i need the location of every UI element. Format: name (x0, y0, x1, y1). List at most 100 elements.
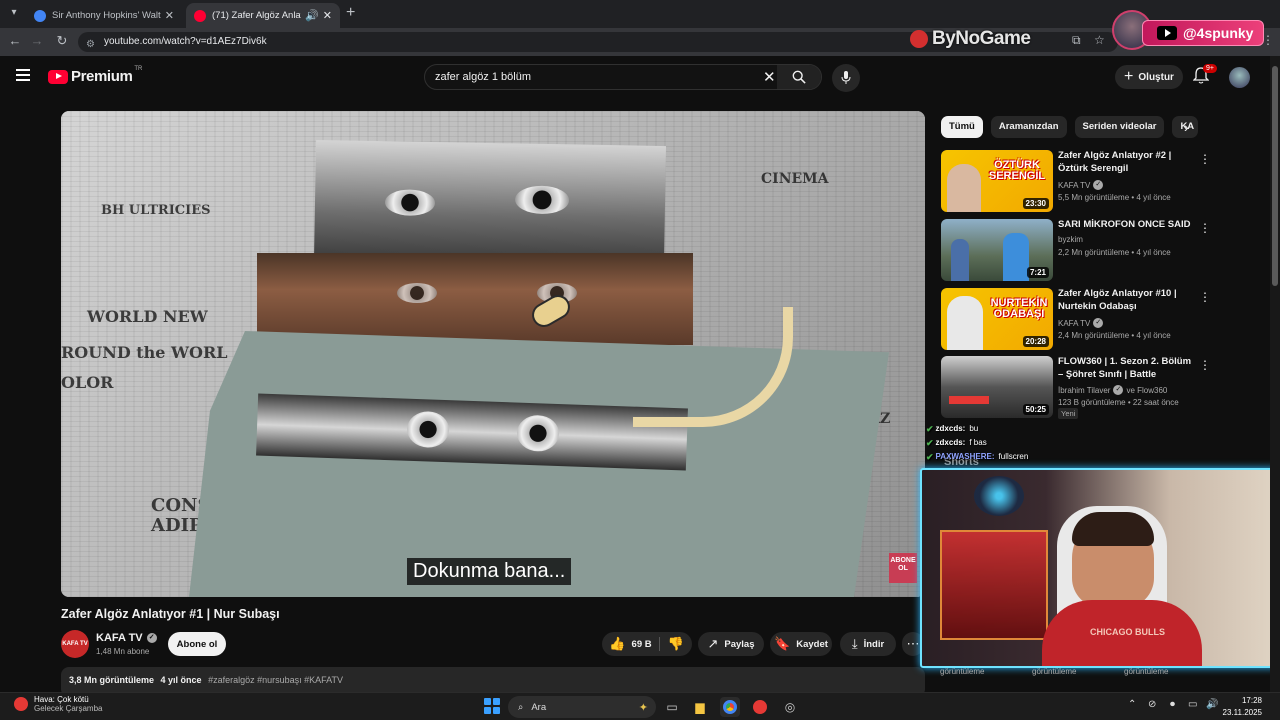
thumb-person (951, 239, 969, 281)
thumb-logo (949, 396, 989, 404)
chat-message: ✔ zdxcds: f bas (926, 436, 1028, 450)
menu-hamburger-icon[interactable] (16, 69, 30, 81)
chat-user: zdxcds: (935, 438, 966, 447)
more-vertical-icon[interactable]: ⋮ (1199, 152, 1211, 166)
system-clock[interactable]: 17:28 23.11.2025 (1222, 695, 1262, 719)
more-vertical-icon[interactable]: ⋮ (1199, 290, 1211, 304)
hidden-short-meta: görüntüleme (1032, 667, 1077, 676)
related-channel[interactable]: KAFA TV ✓ (1058, 180, 1104, 190)
clear-search-icon[interactable]: ✕ (763, 68, 776, 86)
cast-icon[interactable]: ⧉ (1072, 33, 1081, 48)
related-thumbnail[interactable]: 50:25 (941, 356, 1053, 418)
collage-strip-middle (257, 253, 693, 345)
windows-start-icon[interactable] (484, 698, 500, 714)
notifications-button[interactable]: 9+ (1192, 64, 1217, 87)
youtube-premium-logo[interactable]: Premium TR (48, 66, 142, 85)
close-tab-icon[interactable]: ✕ (323, 9, 332, 22)
channel-avatar[interactable]: KAFA TV (61, 630, 89, 658)
page-scrollbar[interactable] (1270, 56, 1280, 692)
browser-tab-1[interactable]: Sir Anthony Hopkins' Waltz - G ✕ (26, 3, 182, 28)
duration-badge: 23:30 (1022, 198, 1049, 209)
dislike-button[interactable]: 👎 (660, 632, 692, 656)
related-channel[interactable]: KAFA TV ✓ (1058, 318, 1104, 328)
bookmark-icon: 🔖 (774, 636, 791, 651)
related-title[interactable]: Zafer Algöz Anlatıyor #2 | Öztürk Sereng… (1058, 150, 1198, 176)
youtube-masthead: Premium TR ✕ + Oluştur 9+ (0, 56, 1270, 98)
related-video[interactable]: NURTEKİN ODABAŞI 20:28 Zafer Algöz Anlat… (941, 288, 1211, 350)
streamer-handle: @4spunky (1183, 25, 1254, 41)
bookmark-star-icon[interactable]: ☆ (1094, 33, 1105, 47)
chevron-right-icon[interactable]: › (1184, 119, 1189, 135)
search-button[interactable] (777, 65, 821, 89)
close-tab-icon[interactable]: ✕ (165, 9, 174, 22)
share-button[interactable]: ↗ Paylaş (698, 632, 764, 656)
related-meta: 2,2 Mn görüntüleme • 4 yıl önce (1058, 248, 1171, 257)
create-button[interactable]: + Oluştur (1115, 65, 1183, 89)
chip-from-search[interactable]: Aramanızdan (990, 116, 1067, 138)
related-thumbnail[interactable]: NURTEKİN ODABAŞI 20:28 (941, 288, 1053, 350)
tab-search-icon[interactable]: ▾ (6, 5, 22, 21)
youtube-logo-icon (1157, 26, 1177, 40)
chat-text: bu (969, 424, 979, 433)
task-view-icon[interactable]: ▭ (662, 697, 682, 717)
more-vertical-icon[interactable]: ⋮ (1199, 358, 1211, 372)
channel-name[interactable]: KAFA TV ✓ (96, 632, 157, 644)
scrollbar-thumb[interactable] (1272, 66, 1278, 286)
browser-tab-2[interactable]: (71) Zafer Algöz Anlatıyor # 🔊 ✕ (186, 3, 340, 28)
check-icon: ✔ (926, 424, 934, 434)
related-video[interactable]: ÖZTÜRK SERENGİL 23:30 Zafer Algöz Anlatı… (941, 150, 1211, 212)
speaker-icon[interactable]: 🔊 (305, 9, 319, 22)
search-input[interactable] (435, 69, 755, 85)
voice-search-button[interactable] (832, 64, 860, 92)
tab-title: (71) Zafer Algöz Anlatıyor # (212, 10, 301, 21)
view-count: 3,8 Mn görüntüleme (69, 675, 155, 685)
new-tab-button[interactable]: + (346, 4, 355, 22)
forward-button[interactable]: → (28, 33, 46, 48)
taskbar-search[interactable]: ⌕ Ara ✦ (508, 696, 656, 718)
download-button[interactable]: ⤓ İndir (840, 632, 896, 656)
sponsor-logo: ByNoGame (910, 26, 1031, 52)
related-channel[interactable]: İbrahim Tilaver ✓ ve Flow360 (1058, 385, 1167, 395)
network-icon[interactable]: ⊘ (1148, 699, 1156, 710)
upload-age: 4 yıl önce (160, 675, 202, 685)
related-thumbnail[interactable]: ÖZTÜRK SERENGİL 23:30 (941, 150, 1053, 212)
chip-series[interactable]: Seriden videolar (1074, 116, 1165, 138)
microphone-tray-icon[interactable]: ⏺ (1170, 699, 1175, 710)
create-label: Oluştur (1138, 71, 1174, 83)
video-player[interactable]: BH ULTRICIES WORLD NEW ROUND the WORL OL… (61, 111, 925, 597)
related-channel[interactable]: byzkim (1058, 235, 1083, 244)
microphone-icon (841, 71, 851, 84)
site-info-icon[interactable]: ⚙ (86, 35, 95, 55)
related-title[interactable]: SARI MİKROFON ONCE SAID (1058, 219, 1198, 232)
hashtags[interactable]: #zaferalgöz #nursubaşı #KAFATV (208, 675, 343, 685)
related-video[interactable]: 50:25 FLOW360 | 1. Sezon 2. Bölüm – Şöhr… (941, 356, 1211, 419)
steam-icon[interactable]: ◎ (780, 697, 800, 717)
chip-all[interactable]: Tümü (941, 116, 983, 138)
volume-icon[interactable]: 🔊 (1206, 699, 1218, 710)
plus-icon: + (1124, 68, 1134, 85)
related-channel-text: KAFA TV (1058, 180, 1091, 190)
weather-widget[interactable]: Hava: Çok kötü Gelecek Çarşamba (14, 695, 102, 713)
related-thumbnail[interactable]: 7:21 (941, 219, 1053, 281)
duration-badge: 20:28 (1022, 336, 1049, 347)
related-video[interactable]: 7:21 SARI MİKROFON ONCE SAID byzkim 2,2 … (941, 219, 1211, 281)
back-button[interactable]: ← (6, 33, 24, 48)
related-title[interactable]: FLOW360 | 1. Sezon 2. Bölüm – Şöhret Sın… (1058, 356, 1198, 382)
related-title[interactable]: Zafer Algöz Anlatıyor #10 | Nurtekin Oda… (1058, 288, 1198, 314)
related-meta: 123 B görüntüleme • 22 saat önce (1058, 398, 1179, 407)
subscribe-button[interactable]: Abone ol (168, 632, 226, 656)
save-button[interactable]: 🔖 Kaydet (770, 632, 832, 656)
thumbnail-text: ÖZTÜRK SERENGİL (988, 159, 1046, 182)
like-button[interactable]: 👍 69 B (602, 632, 659, 656)
notification-count-badge: 9+ (1203, 64, 1217, 73)
file-explorer-icon[interactable]: ▆ (690, 697, 710, 717)
more-vertical-icon[interactable]: ⋮ (1199, 221, 1211, 235)
reload-button[interactable]: ↻ (53, 33, 71, 49)
chrome-icon[interactable] (720, 697, 740, 717)
collage-eye (384, 189, 436, 217)
display-icon[interactable]: ▭ (1188, 699, 1197, 710)
account-avatar[interactable] (1229, 67, 1250, 88)
media-app-icon[interactable] (750, 697, 770, 717)
tray-chevron-icon[interactable]: ⌃ (1128, 699, 1136, 710)
subscribe-watermark[interactable]: ABONE OL (889, 553, 917, 583)
